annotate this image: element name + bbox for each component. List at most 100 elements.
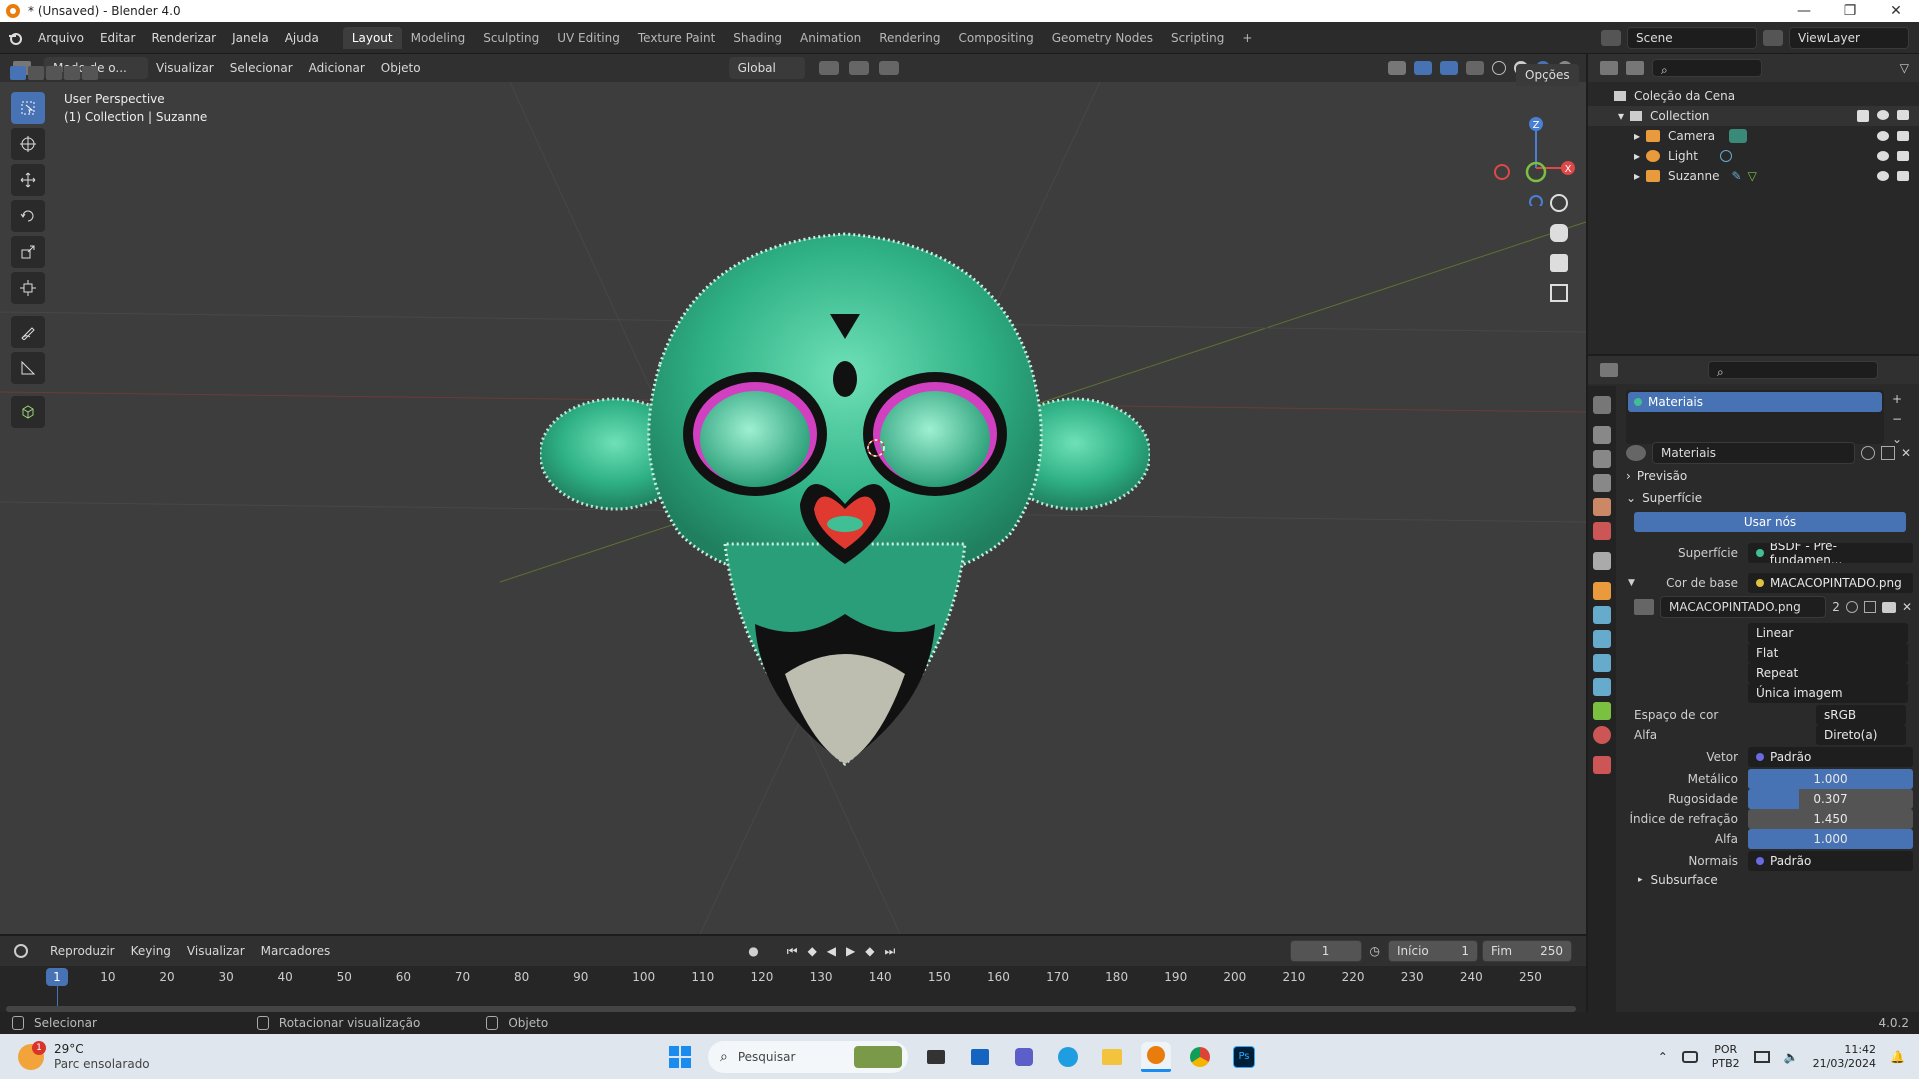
render-camera-icon[interactable] <box>1897 110 1909 120</box>
roughness-slider[interactable]: 0.307 <box>1748 789 1913 809</box>
volume-icon[interactable]: 🔈 <box>1784 1050 1799 1064</box>
image-unlink-icon[interactable]: ✕ <box>1902 600 1912 614</box>
visibility-icon[interactable] <box>1388 61 1406 75</box>
overlay-toggle-icon[interactable] <box>1440 61 1458 75</box>
end-frame-field[interactable]: Fim 250 <box>1482 940 1572 962</box>
alpha-mode-dropdown[interactable]: Direto(a) <box>1816 725 1906 745</box>
outliner-editor-icon[interactable] <box>1600 61 1618 75</box>
fake-user-icon[interactable] <box>1860 446 1875 460</box>
properties-search-input[interactable]: ⌕ <box>1708 361 1878 379</box>
chrome-icon[interactable] <box>1185 1042 1215 1072</box>
tray-overflow-icon[interactable]: ⌃ <box>1658 1050 1668 1064</box>
timeline-editor-icon[interactable] <box>0 944 42 958</box>
microsoft-store-icon[interactable] <box>965 1042 995 1072</box>
outliner-item-suzanne[interactable]: ▸ Suzanne ✎ ▽ <box>1588 166 1919 186</box>
surface-shader-field[interactable]: BSDF - Pré-fundamen... <box>1748 543 1913 563</box>
particles-tab-icon[interactable] <box>1593 630 1611 648</box>
image-open-folder-icon[interactable] <box>1881 601 1896 613</box>
blender-menu-icon[interactable] <box>0 30 30 46</box>
pivot-icon[interactable] <box>818 61 839 75</box>
measure-tool[interactable] <box>11 352 45 384</box>
scene-selector[interactable]: Scene <box>1627 26 1757 49</box>
eye-icon[interactable] <box>1877 171 1889 181</box>
transform-tool[interactable] <box>11 272 45 304</box>
use-nodes-button[interactable]: Usar nós <box>1634 512 1906 532</box>
tab-texture-paint[interactable]: Texture Paint <box>629 27 724 49</box>
current-frame-field[interactable]: 1 <box>1289 940 1362 962</box>
wireframe-shading-icon[interactable] <box>1492 61 1506 75</box>
texture-tab-icon[interactable] <box>1593 756 1611 774</box>
edge-icon[interactable] <box>1053 1042 1083 1072</box>
annotate-tool[interactable] <box>11 316 45 348</box>
menu-visualizar-timeline[interactable]: Visualizar <box>179 944 253 958</box>
modifiers-tab-icon[interactable] <box>1593 606 1611 624</box>
view-layer-selector[interactable]: ViewLayer <box>1789 26 1909 49</box>
photoshop-icon[interactable]: Ps <box>1229 1042 1259 1072</box>
menu-reproduzir[interactable]: Reproduzir <box>42 944 123 958</box>
menu-editar[interactable]: Editar <box>92 31 144 45</box>
tool-tab-icon[interactable] <box>1593 396 1611 414</box>
select-subtract-icon[interactable] <box>46 66 62 80</box>
subsurface-section-header[interactable]: ▸ Subsurface <box>1638 870 1718 890</box>
collection-tab-icon[interactable] <box>1593 552 1611 570</box>
render-camera-icon[interactable] <box>1897 131 1909 141</box>
exclude-checkbox[interactable] <box>1857 110 1869 122</box>
menu-renderizar[interactable]: Renderizar <box>143 31 224 45</box>
normals-field[interactable]: Padrão <box>1748 851 1913 871</box>
tab-scripting[interactable]: Scripting <box>1162 27 1233 49</box>
proportional-edit-icon[interactable] <box>878 61 899 75</box>
view-layer-tab-icon[interactable] <box>1593 474 1611 492</box>
physics-tab-icon[interactable] <box>1593 654 1611 672</box>
output-tab-icon[interactable] <box>1593 450 1611 468</box>
material-tab-icon[interactable] <box>1593 726 1611 744</box>
menu-visualizar[interactable]: Visualizar <box>148 61 222 75</box>
add-slot-button[interactable]: + <box>1892 392 1902 406</box>
view-layer-icon[interactable] <box>1763 29 1783 46</box>
minimize-button[interactable]: — <box>1781 3 1827 19</box>
constraints-tab-icon[interactable] <box>1593 678 1611 696</box>
windows-start-icon[interactable] <box>665 1042 695 1072</box>
expand-collection-icon[interactable]: ▾ <box>1618 109 1624 123</box>
display-icon[interactable] <box>1753 1050 1770 1063</box>
display-mode-icon[interactable] <box>1626 61 1644 75</box>
render-camera-icon[interactable] <box>1897 171 1909 181</box>
task-view-icon[interactable] <box>921 1042 951 1072</box>
remove-slot-button[interactable]: − <box>1892 412 1902 426</box>
image-browse-icon[interactable] <box>1634 599 1654 615</box>
file-explorer-icon[interactable] <box>1097 1042 1127 1072</box>
surface-section-header[interactable]: ⌄ Superfície <box>1626 488 1911 508</box>
suzanne-mesh[interactable] <box>540 204 1150 784</box>
browse-material-icon[interactable] <box>1626 445 1646 461</box>
scene-collection-row[interactable]: Coleção da Cena <box>1588 86 1919 106</box>
add-workspace-button[interactable]: + <box>1233 27 1261 49</box>
camera-data-icon[interactable] <box>1729 129 1748 143</box>
notifications-bell-icon[interactable]: 🔔 <box>1890 1050 1905 1064</box>
weather-widget[interactable]: 1 29°C Parc ensolarado <box>18 1040 258 1072</box>
data-tab-icon[interactable] <box>1593 702 1611 720</box>
filter-icon[interactable]: ▽ <box>1900 61 1909 75</box>
image-name-field[interactable]: MACACOPINTADO.png <box>1660 596 1827 618</box>
pan-hand-icon[interactable] <box>1550 224 1568 242</box>
gizmo-neg-z-axis[interactable] <box>1529 195 1543 206</box>
tab-rendering[interactable]: Rendering <box>870 27 949 49</box>
tab-shading[interactable]: Shading <box>724 27 791 49</box>
play-icon[interactable]: ▶ <box>846 944 855 959</box>
cursor-tool[interactable] <box>11 128 45 160</box>
unlink-material-icon[interactable]: ✕ <box>1901 446 1911 460</box>
timeline-ruler[interactable]: 10 20 30 40 50 60 70 80 90 100 110 120 130 140 150 160 1… <box>0 966 1586 1016</box>
playhead[interactable]: 1 <box>46 968 68 986</box>
auto-keying-icon[interactable]: ● <box>748 944 758 958</box>
mesh-data-icon[interactable]: ▽ <box>1748 169 1757 183</box>
teams-icon[interactable] <box>1009 1042 1039 1072</box>
eye-icon[interactable] <box>1877 110 1889 120</box>
eye-icon[interactable] <box>1877 151 1889 161</box>
eye-icon[interactable] <box>1877 131 1889 141</box>
menu-marcadores[interactable]: Marcadores <box>253 944 339 958</box>
tab-geometry-nodes[interactable]: Geometry Nodes <box>1043 27 1162 49</box>
extension-dropdown[interactable]: Repeat <box>1748 663 1908 683</box>
outliner-item-light[interactable]: ▸ Light <box>1588 146 1919 166</box>
gizmo-toggle-icon[interactable] <box>1414 61 1432 75</box>
expand-icon[interactable]: ▸ <box>1634 149 1640 163</box>
source-dropdown[interactable]: Única imagem <box>1748 683 1908 703</box>
menu-adicionar[interactable]: Adicionar <box>301 61 373 75</box>
